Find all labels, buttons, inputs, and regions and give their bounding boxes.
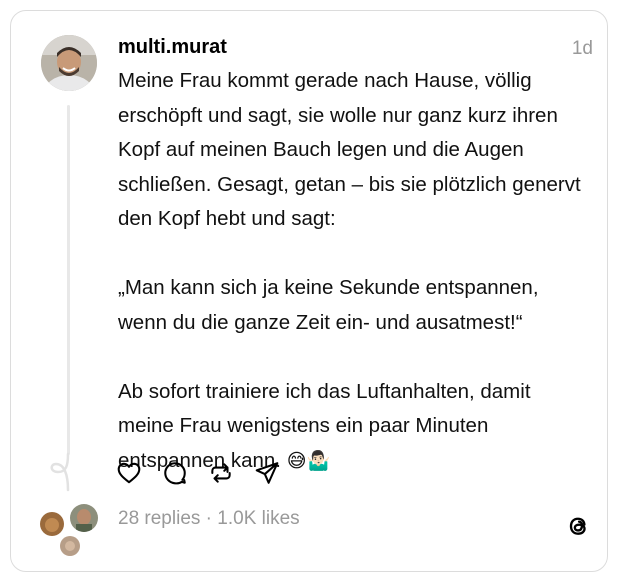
likes-count[interactable]: 1.0K likes bbox=[217, 508, 299, 529]
thread-curl-icon bbox=[50, 452, 70, 492]
reply-avatars[interactable] bbox=[36, 502, 106, 562]
repost-icon bbox=[211, 463, 231, 483]
thread-line bbox=[67, 105, 70, 455]
post-timestamp: 1d bbox=[571, 38, 593, 59]
post-stats: 28 replies · 1.0K likes bbox=[118, 508, 300, 530]
author-avatar[interactable] bbox=[41, 35, 97, 91]
repost-button[interactable] bbox=[208, 460, 234, 486]
heart-icon bbox=[117, 462, 141, 484]
reply-avatar bbox=[38, 510, 66, 538]
replies-count[interactable]: 28 replies bbox=[118, 508, 200, 529]
author-username[interactable]: multi.murat bbox=[118, 36, 227, 59]
stats-separator: · bbox=[200, 508, 218, 529]
send-icon bbox=[255, 462, 279, 484]
comment-icon bbox=[164, 462, 186, 485]
like-button[interactable] bbox=[116, 460, 142, 486]
post-body: Meine Frau kommt gerade nach Hause, völl… bbox=[118, 64, 588, 478]
reply-button[interactable] bbox=[162, 460, 188, 486]
share-button[interactable] bbox=[254, 460, 280, 486]
reply-avatar bbox=[68, 502, 100, 534]
threads-logo-icon[interactable] bbox=[564, 512, 592, 540]
reply-avatar bbox=[58, 534, 82, 558]
post-actions bbox=[116, 460, 300, 486]
post-text: Meine Frau kommt gerade nach Hause, völl… bbox=[118, 69, 581, 472]
